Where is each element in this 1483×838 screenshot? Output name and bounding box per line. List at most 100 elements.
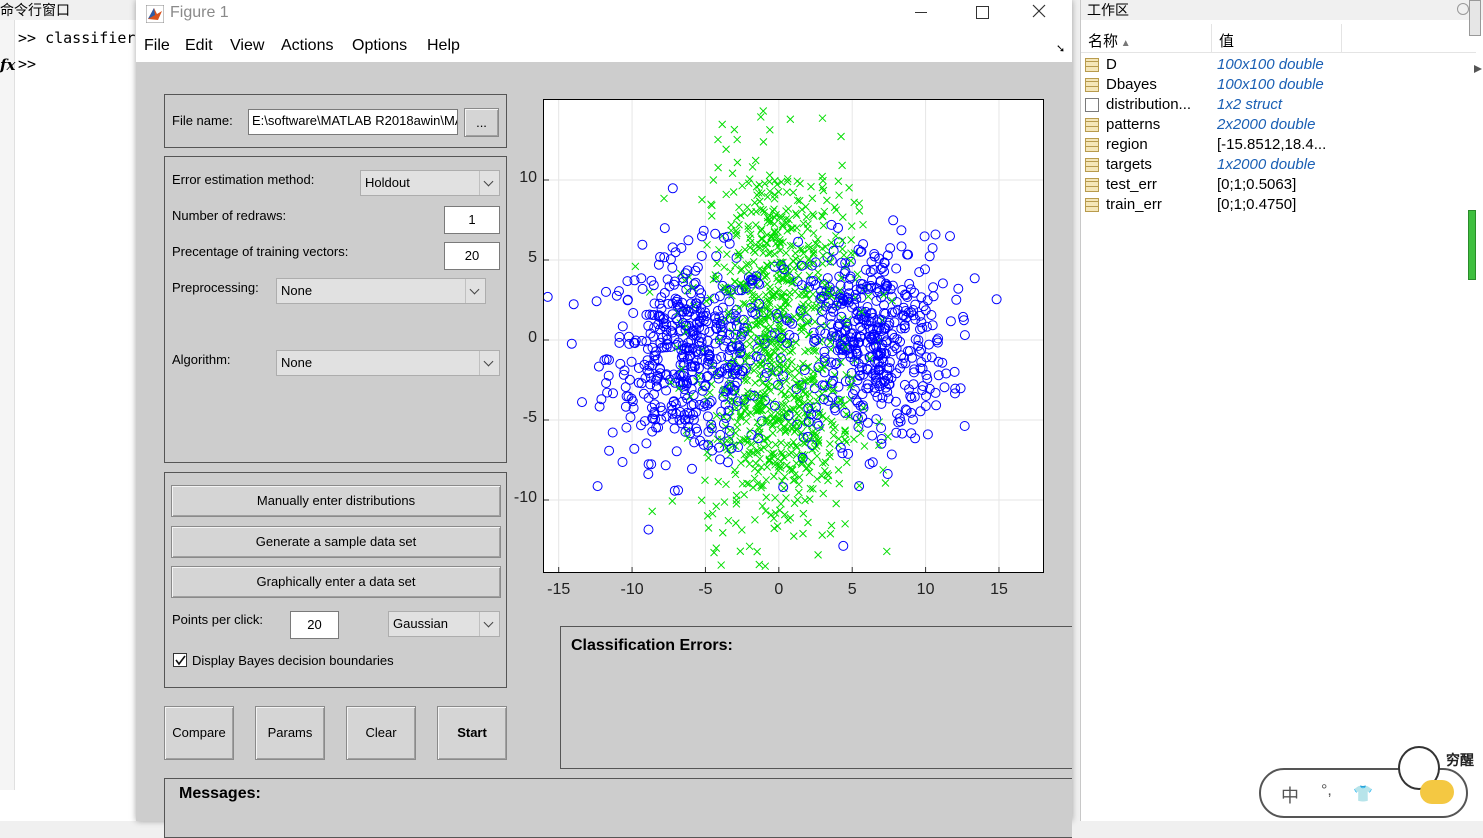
data-point-cross [660, 194, 668, 203]
ime-punctuation[interactable]: °, [1321, 782, 1332, 800]
data-point-circle [566, 338, 577, 349]
data-point-cross [714, 477, 723, 486]
workspace-panel[interactable]: 工作区 名称 ▲ 值 D 100x100 double Dbayes 100x100 … [1080, 0, 1483, 821]
data-point-cross [818, 244, 827, 253]
fx-icon[interactable]: fx [0, 56, 15, 74]
close-icon[interactable] [1032, 4, 1046, 18]
data-point-circle [882, 469, 893, 479]
data-point-circle [624, 374, 635, 385]
command-line-1[interactable]: >> classifier [18, 29, 135, 47]
file-name-input[interactable]: E:\software\MATLAB R2018awin\MA [248, 109, 458, 135]
data-point-cross [718, 528, 727, 537]
data-point-circle [959, 421, 970, 431]
file-name-label: File name: [172, 113, 233, 128]
data-point-cross [808, 194, 817, 203]
compare-button[interactable]: Compare [164, 706, 234, 760]
data-point-cross [818, 531, 827, 539]
menu-actions[interactable]: Actions [281, 37, 333, 55]
workspace-variable-row[interactable]: targets 1x2000 double [1081, 155, 1476, 175]
data-point-cross [829, 425, 838, 434]
workspace-variable-row[interactable]: distribution... 1x2 struct [1081, 95, 1476, 115]
messages-panel: Messages: [164, 778, 1072, 838]
data-point-circle [621, 391, 632, 402]
data-point-cross [790, 499, 799, 508]
variable-value: 100x100 double [1217, 76, 1324, 93]
data-point-circle [924, 251, 935, 262]
data-point-circle [897, 428, 908, 439]
data-point-circle [838, 540, 849, 551]
data-point-cross [712, 502, 721, 511]
menu-view[interactable]: View [230, 37, 264, 55]
workspace-menu-icon[interactable] [1457, 3, 1469, 15]
menu-edit[interactable]: Edit [185, 37, 213, 55]
workspace-variable-row[interactable]: D 100x100 double [1081, 55, 1476, 75]
column-name-header[interactable]: 名称 ▲ [1088, 30, 1131, 51]
distribution-type-select[interactable]: Gaussian [388, 611, 500, 637]
data-point-cross [847, 249, 855, 258]
data-point-cross [731, 519, 740, 527]
ime-skin-icon[interactable]: 👕 [1353, 784, 1373, 804]
data-point-cross [835, 191, 843, 200]
preprocessing-select[interactable]: None [276, 278, 486, 304]
generate-dataset-button[interactable]: Generate a sample data set [171, 526, 501, 558]
manual-distributions-button[interactable]: Manually enter distributions [171, 485, 501, 517]
scatter-plot [544, 100, 1043, 572]
menu-help[interactable]: Help [427, 37, 460, 55]
data-point-circle [945, 316, 956, 327]
minimize-icon[interactable] [915, 12, 927, 13]
workspace-variable-row[interactable]: Dbayes 100x100 double [1081, 75, 1476, 95]
data-point-cross [838, 161, 846, 170]
data-point-cross [745, 542, 754, 551]
error-method-select[interactable]: Holdout [360, 170, 500, 196]
data-point-cross [730, 466, 739, 475]
browse-button[interactable]: ... [464, 108, 499, 137]
bayes-boundaries-checkbox[interactable] [173, 653, 187, 667]
workspace-variable-row[interactable]: test_err [0;1;0.5063] [1081, 175, 1476, 195]
points-per-click-input[interactable]: 20 [290, 611, 339, 639]
dock-arrow-icon[interactable]: ➘ [1056, 42, 1065, 55]
ime-mascot-text: 穷醒 [1446, 752, 1474, 768]
data-point-cross [818, 365, 826, 374]
workspace-variable-row[interactable]: region [-15.8512,18.4... [1081, 135, 1476, 155]
data-point-cross [826, 529, 835, 538]
params-button[interactable]: Params [255, 706, 325, 760]
scroll-arrow-icon[interactable] [1474, 60, 1482, 73]
menu-file[interactable]: File [144, 37, 170, 55]
command-window[interactable]: 命令行窗口 fx >> classifier >> [0, 0, 140, 821]
data-point-circle [654, 298, 665, 309]
redraws-input[interactable]: 1 [444, 206, 500, 234]
data-point-cross [840, 251, 848, 260]
data-point-circle [991, 294, 1002, 305]
start-button[interactable]: Start [437, 706, 507, 760]
data-point-cross [838, 236, 847, 245]
algorithm-select[interactable]: None [276, 350, 500, 376]
data-point-cross [751, 515, 759, 524]
workspace-variable-row[interactable]: train_err [0;1;0.4750] [1081, 195, 1476, 215]
data-point-cross [766, 283, 774, 292]
training-percent-input[interactable]: 20 [444, 242, 500, 270]
data-point-circle [699, 325, 710, 335]
data-point-circle [959, 330, 970, 341]
clear-button[interactable]: Clear [346, 706, 416, 760]
matrix-variable-icon [1085, 178, 1099, 192]
data-point-cross [703, 240, 711, 249]
workspace-variable-row[interactable]: patterns 2x2000 double [1081, 115, 1476, 135]
variable-name: D [1106, 56, 1117, 73]
menu-options[interactable]: Options [352, 37, 407, 55]
plot-axes[interactable] [543, 99, 1044, 573]
command-prompt[interactable]: >> [18, 55, 36, 73]
ime-mode-chinese[interactable]: 中 [1281, 782, 1299, 808]
data-point-circle [891, 263, 902, 274]
column-value-header[interactable]: 值 [1219, 30, 1234, 51]
data-point-cross [804, 301, 813, 309]
workspace-header: 名称 ▲ 值 [1081, 24, 1476, 53]
graphical-dataset-button[interactable]: Graphically enter a data set [171, 566, 501, 598]
data-point-cross [736, 547, 745, 556]
memory-indicator [1468, 210, 1476, 280]
figure-titlebar[interactable]: Figure 1 [136, 0, 1072, 30]
data-point-cross [775, 506, 784, 515]
data-point-cross [823, 196, 831, 205]
maximize-icon[interactable] [976, 6, 989, 19]
data-point-cross [745, 460, 754, 468]
data-point-cross [782, 249, 790, 257]
